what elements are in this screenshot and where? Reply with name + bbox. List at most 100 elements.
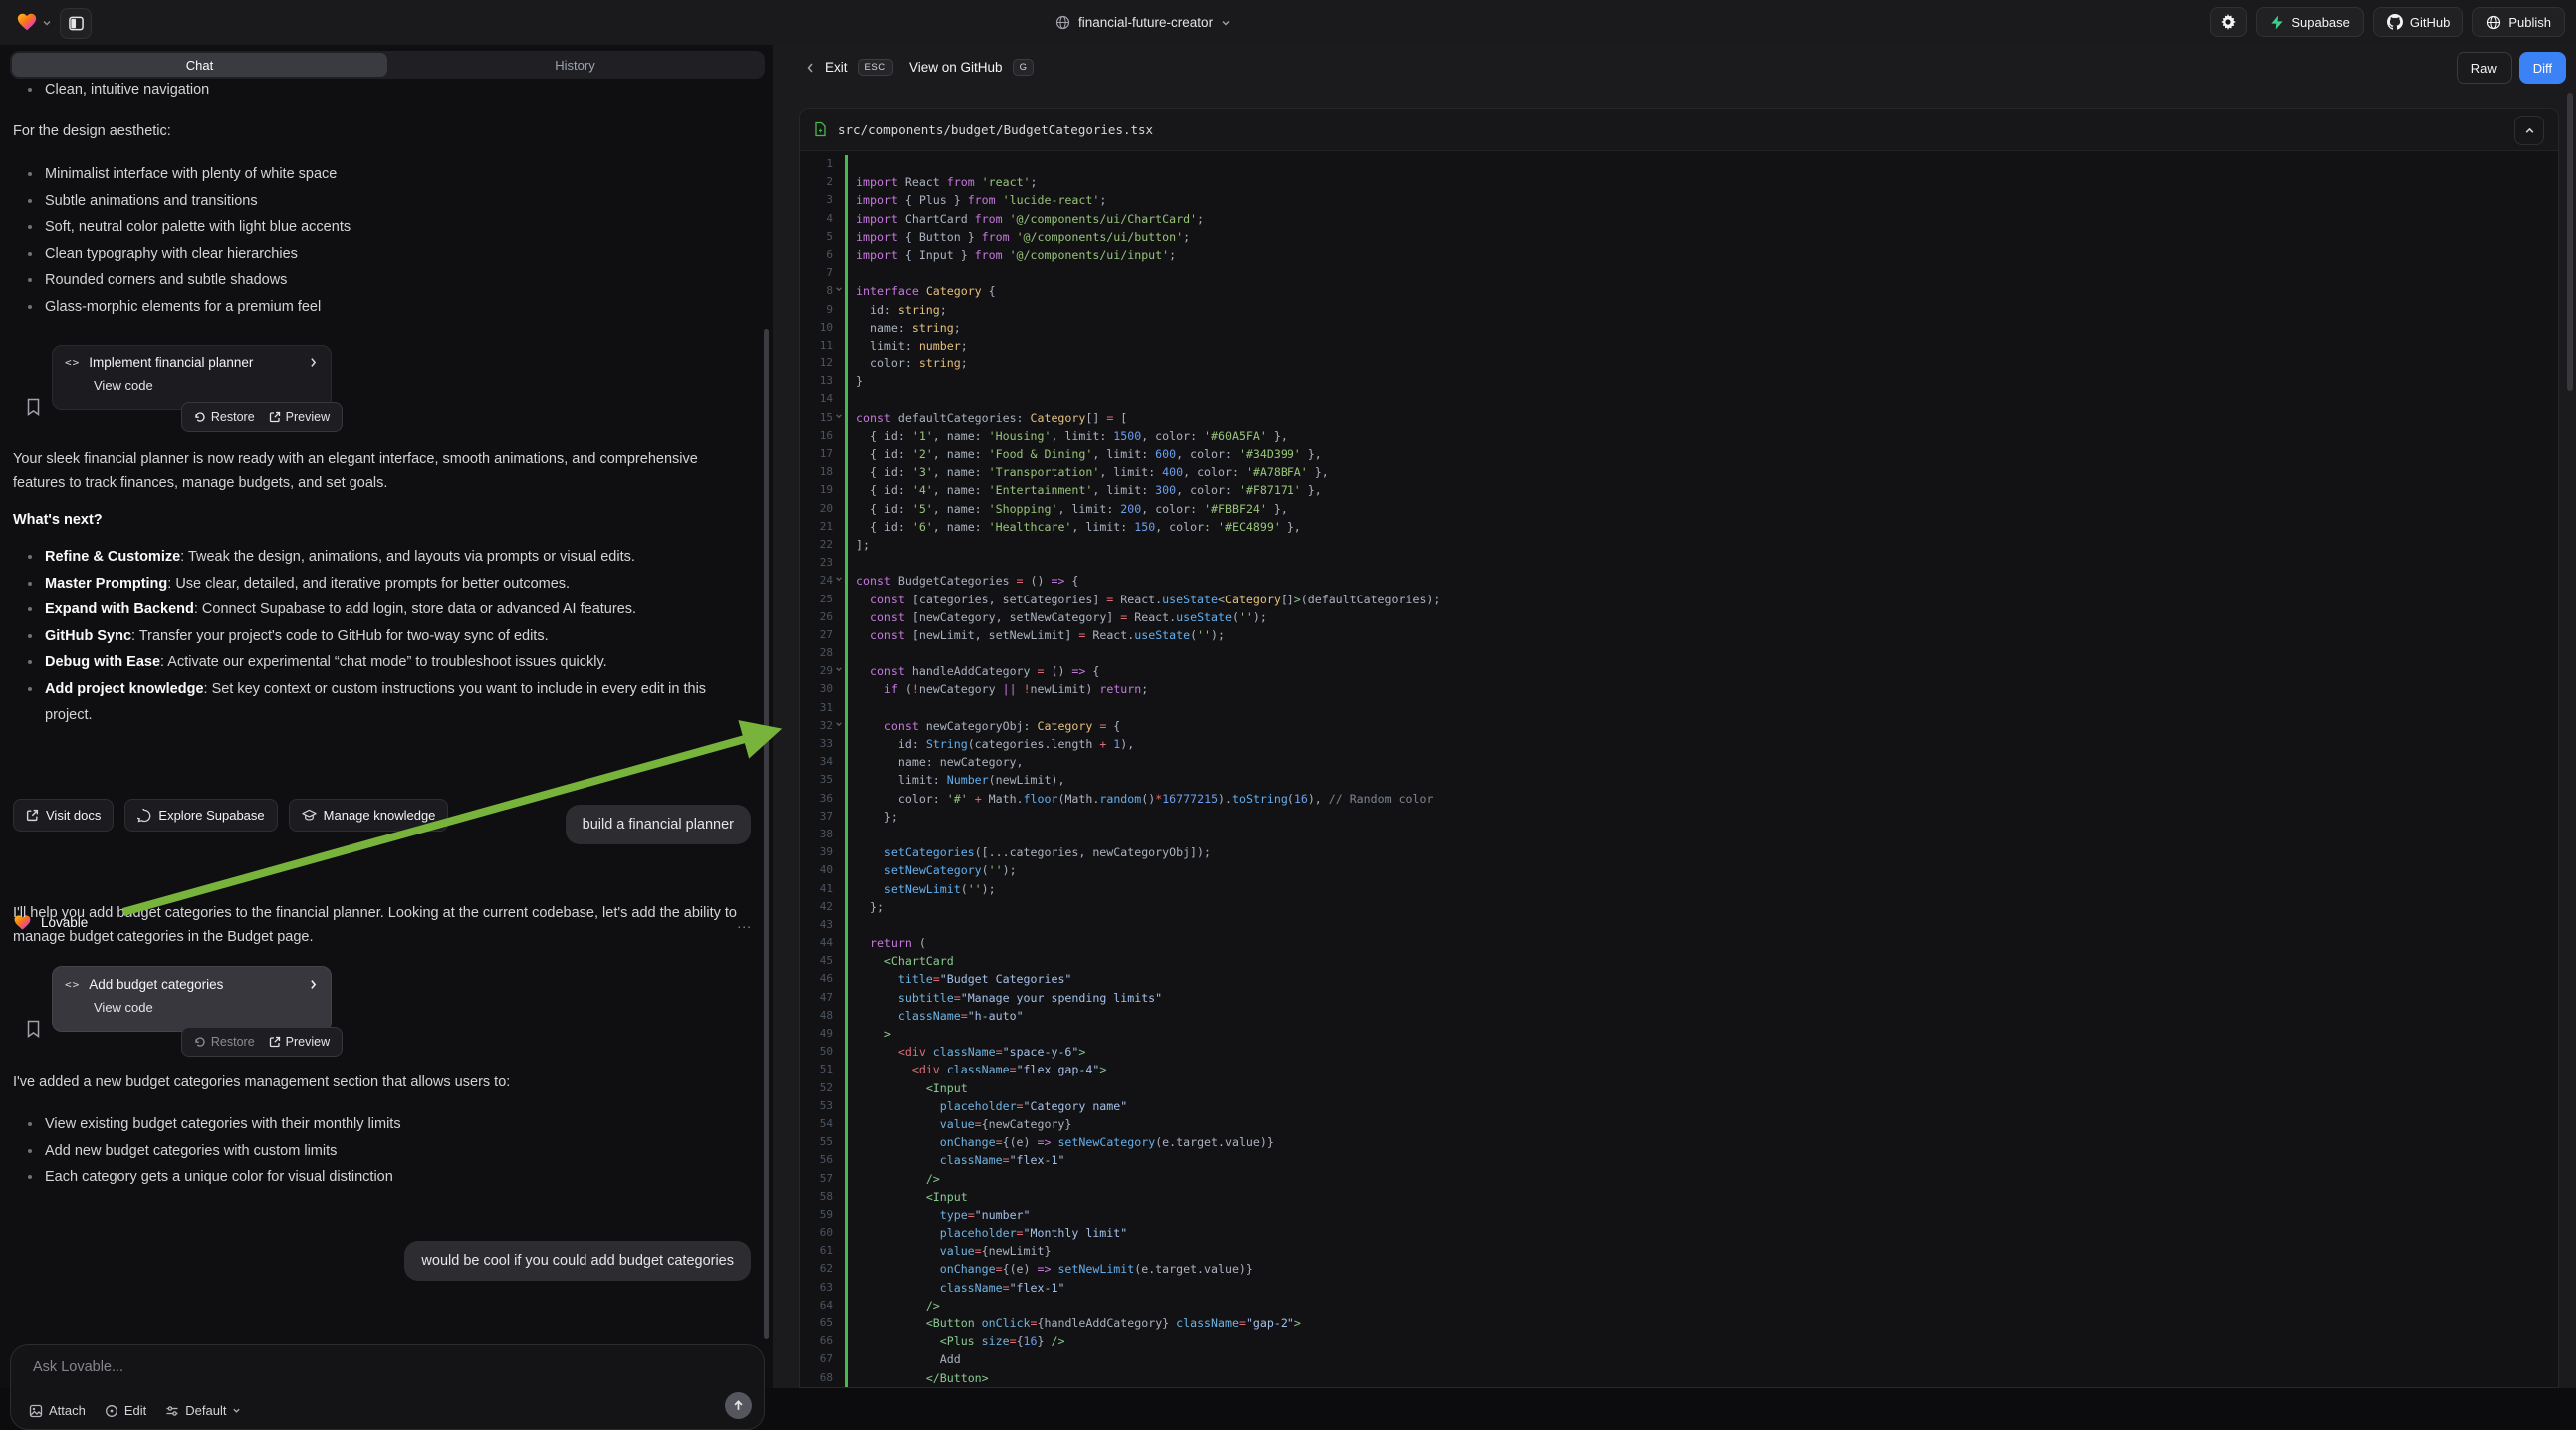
preview-button[interactable]: Preview xyxy=(269,1035,330,1049)
bookmark-icon[interactable] xyxy=(26,398,41,416)
code-line: 7 xyxy=(800,264,2558,282)
supabase-button[interactable]: Supabase xyxy=(2256,7,2364,37)
code-line-content: return ( xyxy=(845,934,2558,952)
bullet-dot xyxy=(28,278,32,282)
visit-docs-label: Visit docs xyxy=(46,808,101,823)
exit-button[interactable]: Exit ESC xyxy=(805,59,893,76)
code-line: 32 const newCategoryObj: Category = { xyxy=(800,717,2558,735)
code-line: 62 onChange={(e) => setNewLimit(e.target… xyxy=(800,1260,2558,1278)
line-number: 14 xyxy=(800,390,833,408)
line-number: 68 xyxy=(800,1369,833,1387)
publish-button[interactable]: Publish xyxy=(2472,7,2565,37)
version-card-implement-financial-planner[interactable]: <> Implement financial planner View code xyxy=(52,345,332,410)
attach-button[interactable]: Attach xyxy=(29,1403,86,1418)
version-card-add-budget-categories[interactable]: <> Add budget categories View code xyxy=(52,966,332,1032)
bullet-dot xyxy=(28,660,32,664)
manage-knowledge-button[interactable]: Manage knowledge xyxy=(289,799,449,832)
code-editor[interactable]: 12import React from 'react';3import { Pl… xyxy=(800,155,2558,1387)
view-on-github-button[interactable]: View on GitHub G xyxy=(909,59,1034,76)
github-button[interactable]: GitHub xyxy=(2373,7,2463,37)
explore-supabase-button[interactable]: Explore Supabase xyxy=(124,799,277,832)
fold-spacer xyxy=(833,1188,845,1206)
code-line-content: name: newCategory, xyxy=(845,753,2558,771)
raw-button[interactable]: Raw xyxy=(2457,52,2512,84)
fold-spacer xyxy=(833,898,845,916)
fold-spacer xyxy=(833,1061,845,1078)
tab-chat[interactable]: Chat xyxy=(12,53,387,77)
project-selector[interactable]: financial-future-creator xyxy=(1055,0,1231,45)
edit-button[interactable]: Edit xyxy=(105,1403,146,1418)
lovable-logo-icon[interactable] xyxy=(16,11,38,33)
tab-chat-label: Chat xyxy=(186,58,213,73)
code-line-content: interface Category { xyxy=(845,282,2558,300)
sidebar-toggle-button[interactable] xyxy=(60,8,92,39)
file-header[interactable]: src/components/budget/BudgetCategories.t… xyxy=(800,109,2558,151)
view-code-link[interactable]: View code xyxy=(94,1000,319,1015)
code-line: 67 Add xyxy=(800,1350,2558,1368)
code-line: 17 { id: '2', name: 'Food & Dining', lim… xyxy=(800,445,2558,463)
line-number: 23 xyxy=(800,554,833,572)
code-line: 20 { id: '5', name: 'Shopping', limit: 2… xyxy=(800,500,2558,518)
bookmark-icon[interactable] xyxy=(26,1020,41,1038)
code-scrollbar[interactable] xyxy=(2567,93,2573,391)
diff-button[interactable]: Diff xyxy=(2519,52,2566,84)
restore-button[interactable]: Restore xyxy=(194,410,255,424)
tab-history[interactable]: History xyxy=(387,53,763,77)
fold-toggle[interactable] xyxy=(833,572,845,590)
code-line-content xyxy=(845,699,2558,717)
code-line: 11 limit: number; xyxy=(800,337,2558,355)
collapse-file-button[interactable] xyxy=(2514,116,2544,145)
code-line: 56 className="flex-1" xyxy=(800,1151,2558,1169)
code-line-content: value={newLimit} xyxy=(845,1242,2558,1260)
line-number: 46 xyxy=(800,970,833,988)
code-line: 57 /> xyxy=(800,1170,2558,1188)
bullet-dot xyxy=(28,252,32,256)
preview-label: Preview xyxy=(286,410,330,424)
bullet-text: Refine & Customize: Tweak the design, an… xyxy=(45,544,635,571)
code-line-content: color: '#' + Math.floor(Math.random()*16… xyxy=(845,790,2558,808)
code-line-content: const [newLimit, setNewLimit] = React.us… xyxy=(845,626,2558,644)
chat-input[interactable] xyxy=(31,1358,632,1376)
send-button[interactable] xyxy=(725,1392,752,1419)
restore-preview-pill: Restore Preview xyxy=(181,1027,343,1057)
target-icon xyxy=(105,1404,118,1418)
code-line-content: name: string; xyxy=(845,319,2558,337)
fold-spacer xyxy=(833,808,845,826)
fold-spacer xyxy=(833,1025,845,1043)
arrow-up-icon xyxy=(732,1399,745,1412)
logo-chevron-down-icon[interactable] xyxy=(42,18,52,28)
preview-button[interactable]: Preview xyxy=(269,410,330,424)
restore-button[interactable]: Restore xyxy=(194,1035,255,1049)
code-panel: Exit ESC View on GitHub G Raw Diff src/c… xyxy=(773,45,2576,1388)
list-item: Each category gets a unique color for vi… xyxy=(13,1164,752,1191)
external-link-icon xyxy=(269,1036,281,1048)
code-line: 64 /> xyxy=(800,1297,2558,1314)
chevron-left-icon xyxy=(805,62,816,74)
fold-spacer xyxy=(833,1170,845,1188)
bullet-bold: Add project knowledge xyxy=(45,681,204,697)
fold-toggle[interactable] xyxy=(833,662,845,680)
code-line: 3import { Plus } from 'lucide-react'; xyxy=(800,191,2558,209)
code-line-content xyxy=(845,264,2558,282)
restore-icon xyxy=(194,1036,206,1048)
view-code-link[interactable]: View code xyxy=(94,378,319,393)
code-line: 45 <ChartCard xyxy=(800,952,2558,970)
bullet-text: GitHub Sync: Transfer your project's cod… xyxy=(45,623,549,650)
fold-spacer xyxy=(833,1297,845,1314)
line-number: 39 xyxy=(800,843,833,861)
fold-toggle[interactable] xyxy=(833,282,845,300)
settings-button[interactable] xyxy=(2210,7,2247,37)
code-line-content xyxy=(845,390,2558,408)
fold-spacer xyxy=(833,644,845,662)
fold-toggle[interactable] xyxy=(833,717,845,735)
mode-selector[interactable]: Default xyxy=(165,1403,241,1418)
code-line: 8interface Category { xyxy=(800,282,2558,300)
line-number: 58 xyxy=(800,1188,833,1206)
fold-toggle[interactable] xyxy=(833,409,845,427)
code-line: 21 { id: '6', name: 'Healthcare', limit:… xyxy=(800,518,2558,536)
line-number: 56 xyxy=(800,1151,833,1169)
visit-docs-button[interactable]: Visit docs xyxy=(13,799,114,832)
project-chevron-down-icon xyxy=(1221,18,1231,28)
chat-scrollbar[interactable] xyxy=(764,329,769,1339)
esc-kbd-badge: ESC xyxy=(858,59,893,76)
